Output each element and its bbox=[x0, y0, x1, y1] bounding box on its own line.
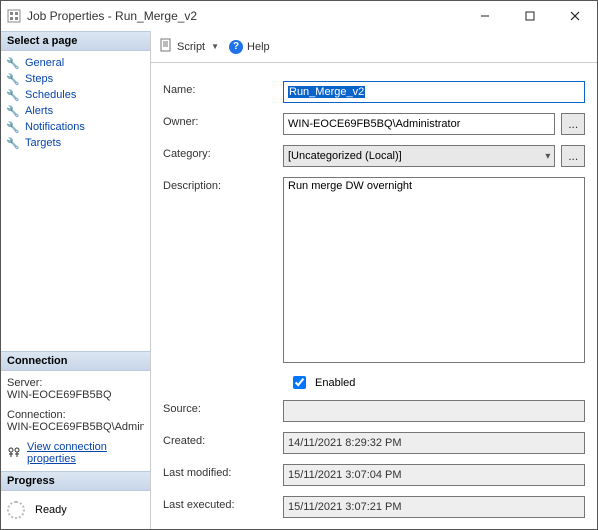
main-panel: Script ▼ ? Help Name: Run_Merge_v2 bbox=[151, 31, 597, 529]
created-value: 14/11/2021 8:29:32 PM bbox=[283, 432, 585, 454]
row-description: Description: Run merge DW overnight bbox=[163, 177, 585, 363]
help-icon: ? bbox=[229, 40, 243, 54]
page-steps[interactable]: 🔧 Steps bbox=[5, 71, 146, 87]
wrench-icon: 🔧 bbox=[7, 89, 19, 101]
window-title: Job Properties - Run_Merge_v2 bbox=[27, 9, 462, 23]
page-notifications[interactable]: 🔧 Notifications bbox=[5, 119, 146, 135]
server-label: Server: bbox=[7, 377, 144, 389]
row-category: Category: [Uncategorized (Local)] ▾ ... bbox=[163, 145, 585, 167]
script-button[interactable]: Script ▼ bbox=[159, 38, 219, 55]
chevron-down-icon: ▾ bbox=[545, 151, 550, 162]
progress-header: Progress bbox=[1, 471, 150, 491]
enabled-checkbox[interactable] bbox=[293, 376, 306, 389]
page-label: General bbox=[25, 57, 64, 69]
window-icon bbox=[7, 9, 21, 23]
category-label: Category: bbox=[163, 145, 283, 160]
progress-status: Ready bbox=[35, 504, 67, 516]
page-general[interactable]: 🔧 General bbox=[5, 55, 146, 71]
page-label: Steps bbox=[25, 73, 53, 85]
owner-label: Owner: bbox=[163, 113, 283, 128]
connection-panel: Server: WIN-EOCE69FB5BQ Connection: WIN-… bbox=[1, 371, 150, 471]
wrench-icon: 🔧 bbox=[7, 105, 19, 117]
page-label: Schedules bbox=[25, 89, 76, 101]
row-last-modified: Last modified: 15/11/2021 3:07:04 PM bbox=[163, 464, 585, 486]
script-label: Script bbox=[177, 41, 205, 53]
server-value: WIN-EOCE69FB5BQ bbox=[7, 389, 144, 401]
page-label: Notifications bbox=[25, 121, 85, 133]
maximize-button[interactable] bbox=[507, 1, 552, 31]
window-body: Select a page 🔧 General 🔧 Steps 🔧 Schedu… bbox=[1, 31, 597, 529]
row-last-executed: Last executed: 15/11/2021 3:07:21 PM bbox=[163, 496, 585, 518]
page-list: 🔧 General 🔧 Steps 🔧 Schedules 🔧 Alerts 🔧 bbox=[1, 51, 150, 155]
last-executed-value: 15/11/2021 3:07:21 PM bbox=[283, 496, 585, 518]
connection-header: Connection bbox=[1, 351, 150, 371]
row-created: Created: 14/11/2021 8:29:32 PM bbox=[163, 432, 585, 454]
created-label: Created: bbox=[163, 432, 283, 447]
row-name: Name: Run_Merge_v2 bbox=[163, 81, 585, 103]
chevron-down-icon: ▼ bbox=[211, 42, 219, 51]
view-connection-row: View connection properties bbox=[7, 441, 144, 465]
page-schedules[interactable]: 🔧 Schedules bbox=[5, 87, 146, 103]
connection-value: WIN-EOCE69FB5BQ\Administrator bbox=[7, 421, 144, 433]
source-label: Source: bbox=[163, 400, 283, 415]
description-textarea[interactable]: Run merge DW overnight bbox=[283, 177, 585, 363]
connection-label: Connection: bbox=[7, 409, 144, 421]
row-enabled: Enabled bbox=[163, 373, 585, 392]
minimize-button[interactable] bbox=[462, 1, 507, 31]
owner-browse-button[interactable]: ... bbox=[561, 113, 585, 135]
description-label: Description: bbox=[163, 177, 283, 192]
wrench-icon: 🔧 bbox=[7, 57, 19, 69]
progress-panel: Ready bbox=[1, 491, 150, 529]
last-modified-label: Last modified: bbox=[163, 464, 283, 479]
progress-spinner-icon bbox=[7, 501, 25, 519]
category-value: [Uncategorized (Local)] bbox=[288, 150, 402, 162]
row-view-history: View Job History bbox=[163, 528, 585, 529]
source-value bbox=[283, 400, 585, 422]
page-targets[interactable]: 🔧 Targets bbox=[5, 135, 146, 151]
script-icon bbox=[159, 38, 173, 55]
close-button[interactable] bbox=[552, 1, 597, 31]
help-label: Help bbox=[247, 41, 270, 53]
enabled-label: Enabled bbox=[315, 377, 355, 389]
category-browse-button[interactable]: ... bbox=[561, 145, 585, 167]
name-input[interactable]: Run_Merge_v2 bbox=[283, 81, 585, 103]
select-page-header: Select a page bbox=[1, 31, 150, 51]
view-job-history-link[interactable]: View Job History bbox=[283, 528, 365, 529]
titlebar: Job Properties - Run_Merge_v2 bbox=[1, 1, 597, 31]
name-label: Name: bbox=[163, 81, 283, 96]
job-properties-window: Job Properties - Run_Merge_v2 Select a p… bbox=[0, 0, 598, 530]
page-alerts[interactable]: 🔧 Alerts bbox=[5, 103, 146, 119]
page-label: Targets bbox=[25, 137, 61, 149]
wrench-icon: 🔧 bbox=[7, 121, 19, 133]
connection-icon bbox=[7, 446, 21, 461]
name-value-selected: Run_Merge_v2 bbox=[288, 86, 365, 98]
toolbar: Script ▼ ? Help bbox=[151, 31, 597, 63]
wrench-icon: 🔧 bbox=[7, 73, 19, 85]
form: Name: Run_Merge_v2 Owner: ... Cat bbox=[151, 63, 597, 529]
owner-input[interactable] bbox=[283, 113, 555, 135]
wrench-icon: 🔧 bbox=[7, 137, 19, 149]
last-executed-label: Last executed: bbox=[163, 496, 283, 511]
help-button[interactable]: ? Help bbox=[229, 40, 270, 54]
sidebar: Select a page 🔧 General 🔧 Steps 🔧 Schedu… bbox=[1, 31, 151, 529]
row-owner: Owner: ... bbox=[163, 113, 585, 135]
page-label: Alerts bbox=[25, 105, 53, 117]
last-modified-value: 15/11/2021 3:07:04 PM bbox=[283, 464, 585, 486]
sidebar-spacer bbox=[1, 155, 150, 351]
row-source: Source: bbox=[163, 400, 585, 422]
view-connection-link[interactable]: View connection properties bbox=[27, 441, 144, 465]
category-combobox[interactable]: [Uncategorized (Local)] ▾ bbox=[283, 145, 555, 167]
